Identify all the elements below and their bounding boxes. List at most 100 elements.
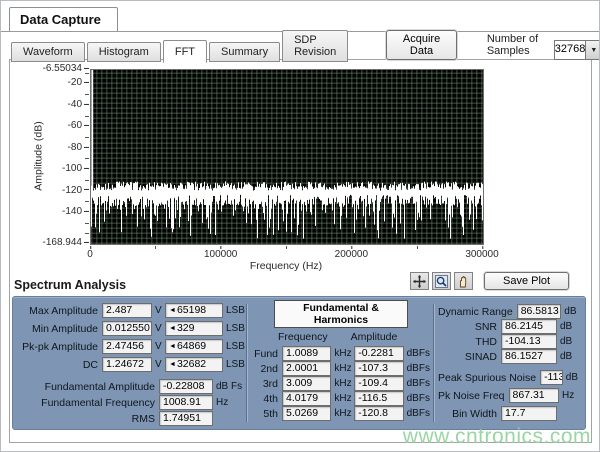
unit-label: Hz	[559, 390, 578, 401]
x-minor-tick	[155, 246, 156, 249]
fundamental-harmonics-group: Fundamental & Harmonics Frequency Amplit…	[252, 299, 430, 421]
fft-tab-content: Amplitude (dB) -6.55034-20-40-60-80-100-…	[9, 59, 592, 443]
pan-hand-icon[interactable]	[454, 272, 473, 290]
y-tick-label: -40	[68, 99, 89, 110]
bin-width-field: 17.7	[501, 406, 557, 421]
x-axis-ticks: 0100000200000300000	[90, 246, 482, 259]
fund-amplitude-field: -0.2281	[354, 346, 403, 361]
x-tick-label: 0	[87, 249, 93, 260]
h3-amplitude-field: -109.4	[354, 376, 403, 391]
field-value: 32682	[177, 358, 206, 370]
harmonic-label: Fund	[252, 348, 282, 360]
harmonic-label: 2nd	[252, 363, 282, 375]
y-minor-tick	[85, 233, 89, 234]
field-label: Bin Width	[438, 408, 501, 420]
field-label: RMS	[17, 413, 159, 425]
save-plot-button[interactable]: Save Plot	[484, 272, 569, 290]
unit-label: dBFs	[404, 378, 430, 389]
y-tick-label: -120	[62, 184, 89, 195]
x-minor-tick	[286, 246, 287, 249]
harmonic-label: 4th	[252, 393, 282, 405]
pk-noise-freq-field: 867.31	[509, 388, 560, 403]
field-label: Dynamic Range	[438, 306, 517, 318]
cursor-move-icon[interactable]	[410, 272, 429, 290]
window-title-tab[interactable]: Data Capture	[9, 7, 118, 31]
dc-volts-field: 1.24672	[102, 357, 152, 372]
x-tick-label: 300000	[465, 249, 498, 260]
field-label: THD	[438, 336, 501, 348]
h4-amplitude-field: -116.5	[354, 391, 403, 406]
tab-fft[interactable]: FFT	[163, 40, 207, 63]
sinad-row: SINAD 86.1527 dB	[438, 349, 578, 364]
snr-row: SNR 86.2145 dB	[438, 319, 578, 334]
h3-frequency-field: 3.009	[282, 376, 331, 391]
y-minor-tick	[85, 137, 89, 138]
y-tick-label: -80	[68, 142, 89, 153]
h5-frequency-field: 5.0269	[282, 406, 331, 421]
h5-amplitude-field: -120.8	[354, 406, 403, 421]
harmonic-row-3rd: 3rd 3.009 kHz -109.4 dBFs	[252, 376, 430, 391]
field-label: SINAD	[438, 351, 501, 363]
min-amplitude-row: Min Amplitude 0.012550 V ◄329 LSB	[17, 321, 246, 336]
y-axis-ticks: -6.55034-20-40-60-80-100-120-140-168.944	[42, 69, 89, 243]
x-tick-label: 100000	[204, 249, 237, 260]
tab-histogram[interactable]: Histogram	[87, 42, 161, 62]
unit-label: LSB	[223, 323, 246, 334]
chevron-down-icon[interactable]: ▼	[585, 41, 600, 59]
x-axis-title: Frequency (Hz)	[90, 260, 482, 272]
harmonic-row-fund: Fund 1.0089 kHz -0.2281 dBFs	[252, 346, 430, 361]
unit-label: LSB	[223, 359, 246, 370]
field-label: SNR	[438, 321, 501, 333]
peak-spurious-noise-field: -113.76	[540, 370, 563, 385]
y-tick-label: -20	[68, 77, 89, 88]
min-amplitude-lsb-field: ◄329	[165, 321, 223, 336]
thd-field: -104.13	[501, 334, 557, 349]
thd-row: THD -104.13 dB	[438, 334, 578, 349]
pkpk-amplitude-lsb-field: ◄64869	[165, 339, 223, 354]
tab-waveform[interactable]: Waveform	[11, 42, 85, 62]
panel-divider	[246, 304, 247, 422]
acquire-data-button[interactable]: Acquire Data	[386, 30, 457, 60]
samples-value: 32768	[555, 41, 586, 59]
field-label: Pk-pk Amplitude	[17, 341, 102, 353]
harmonics-title: Fundamental & Harmonics	[274, 300, 408, 328]
data-capture-window: Data Capture Waveform Histogram FFT Summ…	[0, 0, 600, 452]
fundamental-frequency-field: 1008.91	[159, 395, 213, 410]
field-value: 64869	[177, 340, 206, 352]
field-value: 65198	[177, 304, 206, 316]
watermark-text: www.cntronics.com	[403, 425, 591, 449]
number-of-samples-label: Number of Samples	[487, 33, 546, 57]
dc-row: DC 1.24672 V ◄32682 LSB	[17, 357, 246, 372]
amplitude-column-header: Amplitude	[350, 331, 398, 343]
tab-sdp-revision[interactable]: SDP Revision	[282, 30, 348, 62]
noise-measurements-group: Dynamic Range 86.5813 dB SNR 86.2145 dB …	[438, 304, 578, 424]
spectrum-analysis-heading: Spectrum Analysis	[14, 278, 126, 292]
rms-field: 1.74951	[159, 411, 213, 426]
snr-field: 86.2145	[501, 319, 557, 334]
fft-plot-canvas[interactable]	[90, 69, 484, 245]
panel-divider	[433, 304, 434, 422]
number-of-samples-combobox[interactable]: 32768 ▼	[554, 40, 600, 60]
y-minor-tick	[85, 180, 89, 181]
unit-label: kHz	[331, 393, 354, 404]
unit-label: kHz	[331, 408, 354, 419]
harmonic-label: 5th	[252, 408, 282, 420]
unit-label: Hz	[213, 397, 246, 408]
y-minor-tick	[85, 158, 89, 159]
truncation-arrow-icon: ◄	[169, 307, 176, 314]
field-value: 329	[177, 322, 195, 334]
y-minor-tick	[85, 116, 89, 117]
unit-label: dB	[557, 336, 578, 347]
bin-width-row: Bin Width 17.7	[438, 406, 578, 421]
y-tick-label: -60	[68, 120, 89, 131]
field-label: Max Amplitude	[17, 305, 102, 317]
x-minor-tick	[417, 246, 418, 249]
pk-noise-freq-row: Pk Noise Freq 867.31 Hz	[438, 388, 578, 403]
zoom-icon[interactable]	[432, 272, 451, 290]
plot-toolbar: Save Plot	[410, 272, 569, 290]
h2-amplitude-field: -107.3	[354, 361, 403, 376]
y-minor-tick	[85, 94, 89, 95]
unit-label: V	[152, 341, 165, 352]
tab-summary[interactable]: Summary	[209, 42, 280, 62]
peak-spurious-noise-row: Peak Spurious Noise -113.76 dB	[438, 370, 578, 385]
